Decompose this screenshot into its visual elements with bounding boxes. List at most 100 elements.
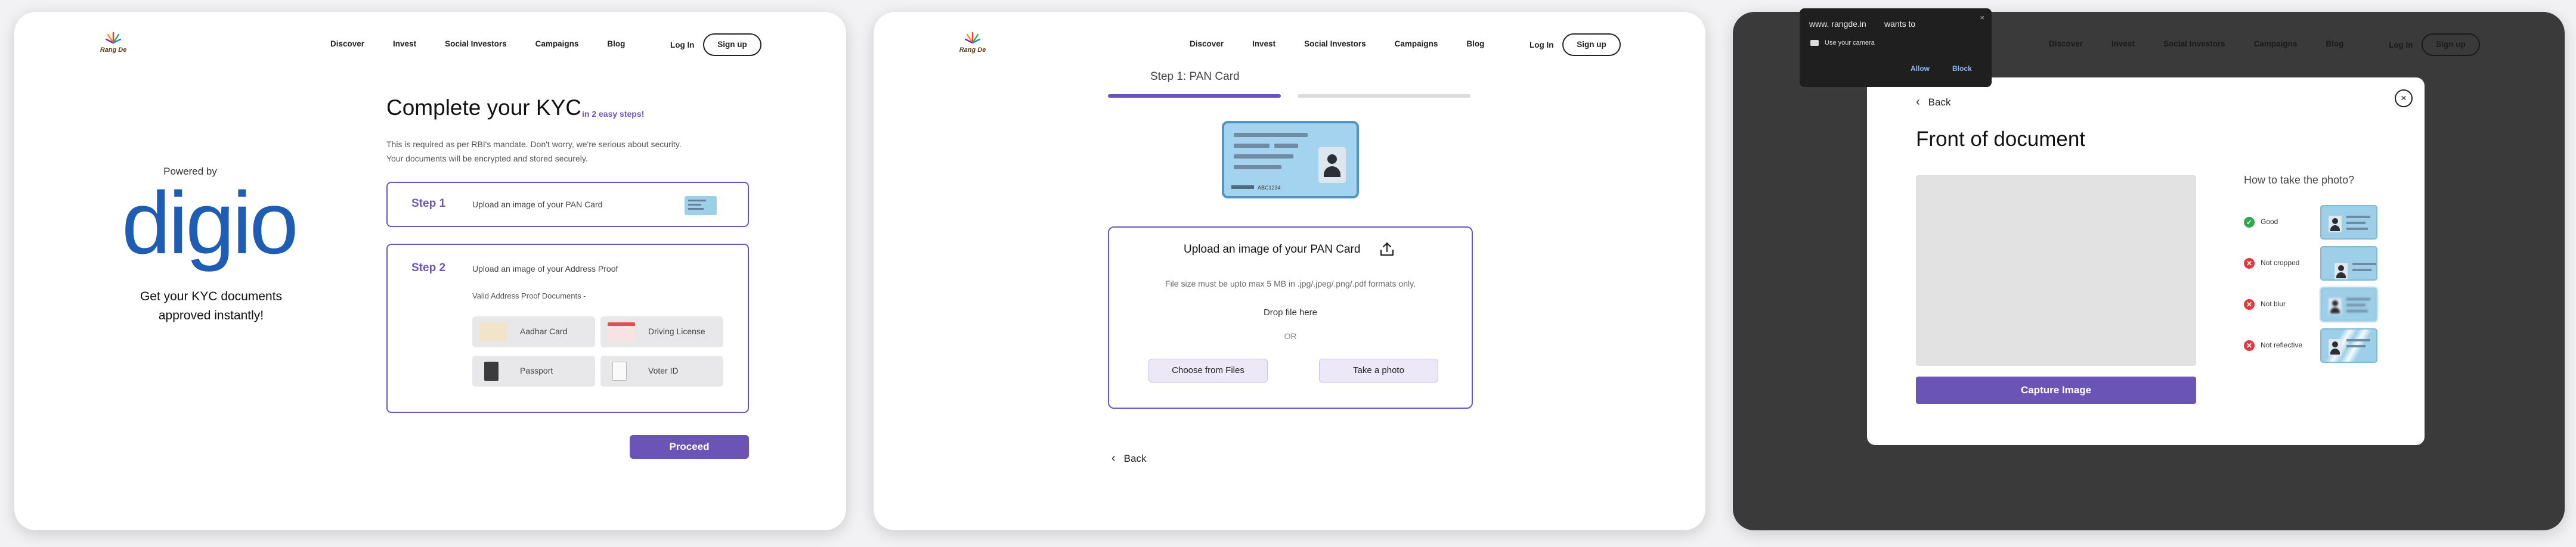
permission-wants: wants to xyxy=(1884,19,1916,29)
security-note: This is required as per RBI's mandate. D… xyxy=(386,137,744,166)
step2-card: Step 2 Upload an image of your Address P… xyxy=(386,244,749,413)
pan-upload-dropzone[interactable]: Upload an image of your PAN Card File si… xyxy=(1108,226,1473,409)
proceed-button[interactable]: Proceed xyxy=(630,435,749,459)
digio-logo: digio xyxy=(122,174,299,272)
upload-icon[interactable] xyxy=(1379,241,1395,257)
pan-card-thumbnail xyxy=(685,196,717,215)
tip-example-image xyxy=(2320,205,2377,240)
step-progress-inactive xyxy=(1298,94,1470,98)
nav-invest[interactable]: Invest xyxy=(1252,39,1275,48)
digio-tagline: Get your KYC documents approved instantl… xyxy=(140,290,283,322)
signup-button[interactable]: Sign up xyxy=(2422,33,2480,56)
tip-label: Good xyxy=(2261,217,2278,226)
nav-discover[interactable]: Discover xyxy=(330,39,364,48)
proof-note: Valid Address Proof Documents - xyxy=(472,291,586,300)
nav-discover[interactable]: Discover xyxy=(2049,39,2083,48)
nav-blog[interactable]: Blog xyxy=(2326,39,2343,48)
nav-social-investors[interactable]: Social Investors xyxy=(445,39,507,48)
check-icon: ✓ xyxy=(2244,217,2255,228)
step1-card[interactable]: Step 1 Upload an image of your PAN Card xyxy=(386,182,749,227)
step1-text: Upload an image of your PAN Card xyxy=(472,200,603,209)
signup-button[interactable]: Sign up xyxy=(703,33,761,56)
step-progress-active xyxy=(1108,94,1281,98)
or-divider: OR xyxy=(1284,331,1297,341)
block-button[interactable]: Block xyxy=(1952,64,1972,73)
login-link[interactable]: Log In xyxy=(670,41,695,49)
cross-icon: ✕ xyxy=(2244,258,2255,269)
camera-modal: ‹ Back × Front of document Capture Image … xyxy=(1867,77,2425,445)
nav-social-investors[interactable]: Social Investors xyxy=(2163,39,2225,48)
permission-camera-row: Use your camera xyxy=(1810,39,1875,46)
security-note-line2: Your documents will be encrypted and sto… xyxy=(386,154,588,163)
signup-button[interactable]: Sign up xyxy=(1562,33,1621,56)
step2-label: Step 2 xyxy=(411,262,446,274)
step2-text: Upload an image of your Address Proof xyxy=(472,264,618,274)
nav-campaigns[interactable]: Campaigns xyxy=(2254,39,2298,48)
tip-label: Not reflective xyxy=(2261,341,2303,349)
nav-campaigns[interactable]: Campaigns xyxy=(535,39,579,48)
page-subtitle: in 2 easy steps! xyxy=(582,109,645,119)
nav-blog[interactable]: Blog xyxy=(1466,39,1484,48)
tip-label: Not blur xyxy=(2261,300,2286,308)
nav-links: Discover Invest Social Investors Campaig… xyxy=(1190,39,1513,48)
file-size-note: File size must be upto max 5 MB in .jpg/… xyxy=(1165,279,1416,288)
tip-good: ✓ Good xyxy=(2244,205,2387,240)
logo-wordmark: Rang De xyxy=(100,46,127,54)
allow-button[interactable]: Allow xyxy=(1911,64,1930,73)
capture-image-button[interactable]: Capture Image xyxy=(1916,377,2196,404)
pan-photo-icon xyxy=(1318,147,1346,183)
tip-example-image xyxy=(2320,246,2377,281)
back-button[interactable]: ‹ Back xyxy=(1111,452,1146,465)
nav-invest[interactable]: Invest xyxy=(2111,39,2135,48)
nav-links: Discover Invest Social Investors Campaig… xyxy=(330,39,654,48)
login-link[interactable]: Log In xyxy=(1530,41,1554,49)
tip-not-cropped: ✕ Not cropped xyxy=(2244,246,2387,281)
aadhar-card-label: Aadhar Card xyxy=(520,327,568,336)
top-nav: Rang De Discover Invest Social Investors… xyxy=(14,21,846,69)
nav-links: Discover Invest Social Investors Campaig… xyxy=(2049,39,2372,48)
logo-burst-icon xyxy=(106,32,121,44)
camera-icon xyxy=(1810,40,1819,46)
step1-label: Step 1 xyxy=(411,197,446,210)
rangde-logo[interactable]: Rang De xyxy=(95,31,132,57)
voter-id-label: Voter ID xyxy=(648,366,679,375)
nav-social-investors[interactable]: Social Investors xyxy=(1304,39,1366,48)
back-label: Back xyxy=(1123,453,1147,464)
permission-site: www. rangde.in xyxy=(1809,19,1866,29)
camera-preview xyxy=(1916,175,2196,366)
tip-example-image xyxy=(2320,328,2377,363)
aadhar-card-button[interactable]: Aadhar Card xyxy=(472,316,595,347)
camera-permission-popup: www. rangde.in wants to × Use your camer… xyxy=(1800,8,1992,87)
cross-icon: ✕ xyxy=(2244,299,2255,310)
modal-title: Front of document xyxy=(1916,128,2086,151)
kyc-intro-screen: Rang De Discover Invest Social Investors… xyxy=(14,12,846,530)
security-note-line1: This is required as per RBI's mandate. D… xyxy=(386,139,682,149)
photo-guide-title: How to take the photo? xyxy=(2244,174,2355,186)
voter-id-button[interactable]: Voter ID xyxy=(600,356,723,387)
take-photo-button[interactable]: Take a photo xyxy=(1319,359,1438,383)
step-tab-title: Step 1: PAN Card xyxy=(1150,70,1240,83)
nav-campaigns[interactable]: Campaigns xyxy=(1395,39,1438,48)
aadhar-card-icon xyxy=(479,322,507,341)
rangde-logo[interactable]: Rang De xyxy=(954,31,991,57)
tip-not-blur: ✕ Not blur xyxy=(2244,287,2387,322)
passport-icon xyxy=(484,362,499,381)
upload-title: Upload an image of your PAN Card xyxy=(1184,243,1361,256)
modal-back-button[interactable]: ‹ Back xyxy=(1916,95,1950,109)
permission-close-icon[interactable]: × xyxy=(1980,13,1984,22)
tip-example-image xyxy=(2320,287,2377,322)
tip-label: Not cropped xyxy=(2261,259,2300,267)
chevron-left-icon: ‹ xyxy=(1916,95,1920,108)
passport-button[interactable]: Passport xyxy=(472,356,595,387)
close-icon[interactable]: × xyxy=(2395,89,2413,107)
logo-burst-icon xyxy=(965,32,980,44)
nav-invest[interactable]: Invest xyxy=(393,39,416,48)
choose-from-files-button[interactable]: Choose from Files xyxy=(1148,359,1268,383)
nav-discover[interactable]: Discover xyxy=(1190,39,1224,48)
nav-blog[interactable]: Blog xyxy=(607,39,625,48)
top-nav: Rang De Discover Invest Social Investors… xyxy=(874,21,1705,69)
pan-card-number: ABC1234 xyxy=(1258,185,1281,191)
login-link[interactable]: Log In xyxy=(2389,41,2413,49)
pan-card-illustration: ABC1234 xyxy=(1222,121,1359,198)
driving-license-button[interactable]: Driving License xyxy=(600,316,723,347)
